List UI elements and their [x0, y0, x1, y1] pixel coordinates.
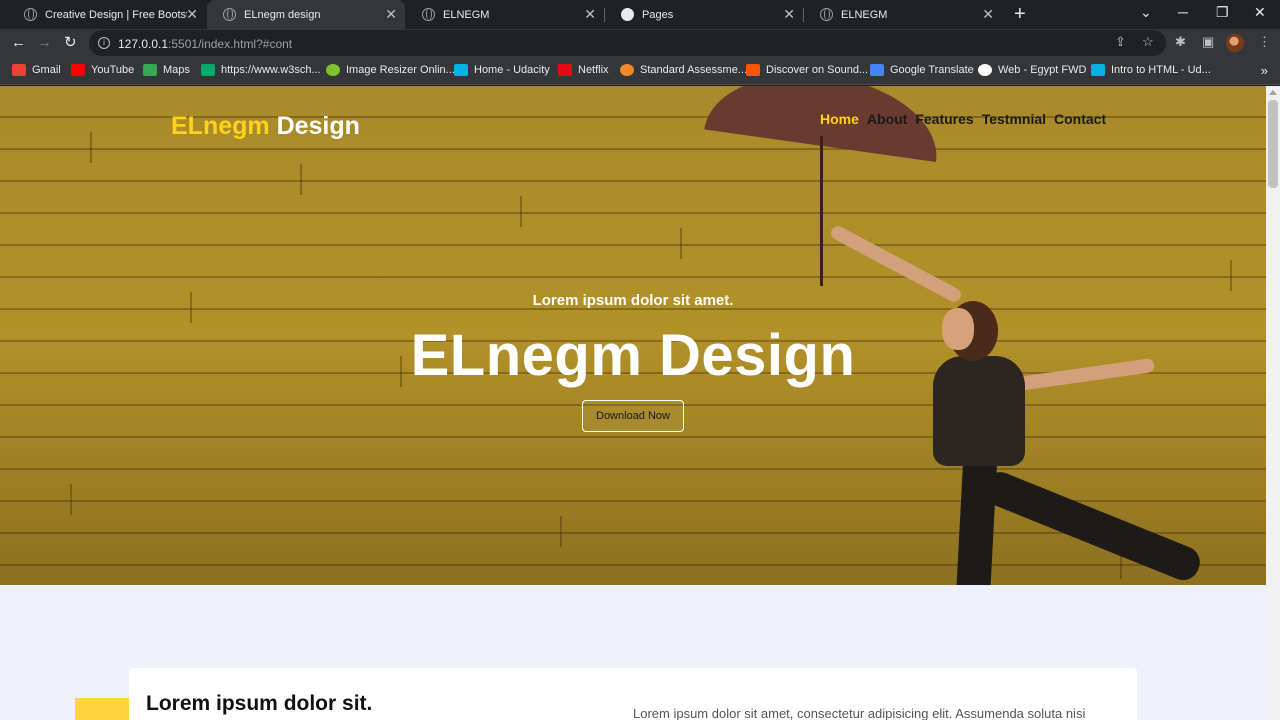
tab-1[interactable]: ELnegm design ✕ [207, 0, 405, 29]
main-nav: Home About Features Testmnial Contact [820, 111, 1106, 127]
soundcloud-icon [746, 64, 760, 76]
share-icon[interactable]: ⇪ [1115, 34, 1126, 50]
nav-testimonial[interactable]: Testmnial [982, 111, 1046, 127]
kebab-menu-icon[interactable]: ⋮ [1258, 34, 1271, 50]
tab-0[interactable]: Creative Design | Free Bootstrap ✕ [8, 0, 206, 29]
page-scrollbar[interactable] [1266, 86, 1280, 720]
nav-home[interactable]: Home [820, 111, 859, 127]
bookmarks-overflow-icon[interactable]: » [1261, 63, 1268, 78]
translate-icon [870, 64, 884, 76]
url-text[interactable]: 127.0.0.1:5501/index.html?#cont [118, 37, 292, 51]
window-close-icon[interactable]: ✕ [1254, 4, 1266, 21]
tab-3[interactable]: Pages ✕ [605, 0, 803, 29]
bookmark-maps[interactable]: Maps [143, 64, 190, 76]
tab-2[interactable]: ELNEGM ✕ [406, 0, 604, 29]
tab-search-chevron-icon[interactable]: ⌄ [1140, 4, 1152, 21]
accent-block [75, 698, 129, 720]
github-icon [621, 8, 634, 21]
globe-icon [422, 8, 435, 21]
browser-toolbar: ← → ↻ i 127.0.0.1:5501/index.html?#cont … [0, 29, 1280, 57]
close-icon[interactable]: ✕ [186, 7, 198, 21]
bookmark-netflix[interactable]: Netflix [558, 64, 609, 76]
tab-strip: Creative Design | Free Bootstrap ✕ ELneg… [0, 0, 1280, 29]
bookmark-intro-html[interactable]: Intro to HTML - Ud... [1091, 64, 1211, 76]
scroll-up-arrow-icon[interactable] [1269, 90, 1277, 95]
bookmark-soundcloud[interactable]: Discover on Sound... [746, 64, 868, 76]
wordpress-icon [978, 64, 992, 76]
minimize-icon[interactable]: ─ [1178, 4, 1188, 20]
bookmarks-bar: Gmail YouTube Maps https://www.w3sch... … [0, 57, 1280, 85]
bookmark-gmail[interactable]: Gmail [12, 64, 61, 76]
about-card: Lorem ipsum dolor sit. Lorem ipsum dolor… [129, 668, 1137, 720]
udacity-icon [1091, 64, 1105, 76]
maps-icon [143, 64, 157, 76]
restore-icon[interactable]: ❐ [1216, 4, 1229, 21]
globe-icon [223, 8, 236, 21]
tab-title: Creative Design | Free Bootstrap [45, 8, 187, 21]
scrollbar-thumb[interactable] [1268, 100, 1278, 188]
site-info-icon[interactable]: i [98, 37, 110, 49]
site-logo[interactable]: ELnegm Design [171, 112, 360, 141]
bookmark-standard-assessment[interactable]: Standard Assessme... [620, 64, 747, 76]
nav-contact[interactable]: Contact [1054, 111, 1106, 127]
globe-icon [24, 8, 37, 21]
close-icon[interactable]: ✕ [783, 7, 795, 21]
tab-4[interactable]: ELNEGM ✕ [804, 0, 1002, 29]
section-text: Lorem ipsum dolor sit amet, consectetur … [633, 706, 1086, 720]
forward-arrow-icon[interactable]: → [37, 34, 52, 51]
hero-overlay: ELnegm Design Home About Features Testmn… [0, 86, 1266, 585]
close-icon[interactable]: ✕ [385, 7, 397, 21]
globe-icon [820, 8, 833, 21]
udacity-icon [454, 64, 468, 76]
youtube-icon [71, 64, 85, 76]
assessment-icon [620, 64, 634, 76]
gmail-icon [12, 64, 26, 76]
close-icon[interactable]: ✕ [584, 7, 596, 21]
netflix-icon [558, 64, 572, 76]
tab-title: ELNEGM [443, 8, 490, 21]
bookmark-udacity-home[interactable]: Home - Udacity [454, 64, 550, 76]
hero-subtitle: Lorem ipsum dolor sit amet. [532, 292, 734, 309]
nav-about[interactable]: About [867, 111, 907, 127]
back-arrow-icon[interactable]: ← [11, 34, 26, 51]
new-tab-plus-icon[interactable]: + [1014, 4, 1026, 24]
tab-title: ELNEGM [841, 8, 888, 21]
hero-title: ELnegm Design [410, 323, 856, 388]
address-bar[interactable]: i 127.0.0.1:5501/index.html?#cont [89, 30, 1166, 56]
profile-avatar[interactable] [1226, 34, 1244, 52]
extensions-puzzle-icon[interactable]: ✱ [1175, 34, 1186, 50]
bookmark-image-resizer[interactable]: Image Resizer Onlin... [326, 64, 455, 76]
hero-section: ELnegm Design Home About Features Testmn… [0, 86, 1266, 585]
bookmark-youtube[interactable]: YouTube [71, 64, 134, 76]
bookmark-egypt-fwd[interactable]: Web - Egypt FWD [978, 64, 1086, 76]
bookmark-google-translate[interactable]: Google Translate [870, 64, 974, 76]
w3schools-icon [201, 64, 215, 76]
section-title: Lorem ipsum dolor sit. [146, 692, 373, 715]
page-viewport: ELnegm Design Home About Features Testmn… [0, 86, 1266, 720]
side-panel-icon[interactable]: ▣ [1202, 34, 1214, 50]
close-icon[interactable]: ✕ [982, 7, 994, 21]
nav-features[interactable]: Features [915, 111, 973, 127]
download-now-button[interactable]: Download Now [582, 400, 684, 432]
bookmark-w3schools[interactable]: https://www.w3sch... [201, 64, 321, 76]
image-resizer-icon [326, 64, 340, 76]
tab-title: Pages [642, 8, 674, 21]
star-bookmark-icon[interactable]: ☆ [1142, 34, 1154, 50]
tab-title: ELnegm design [244, 8, 321, 21]
reload-icon[interactable]: ↻ [64, 34, 77, 51]
